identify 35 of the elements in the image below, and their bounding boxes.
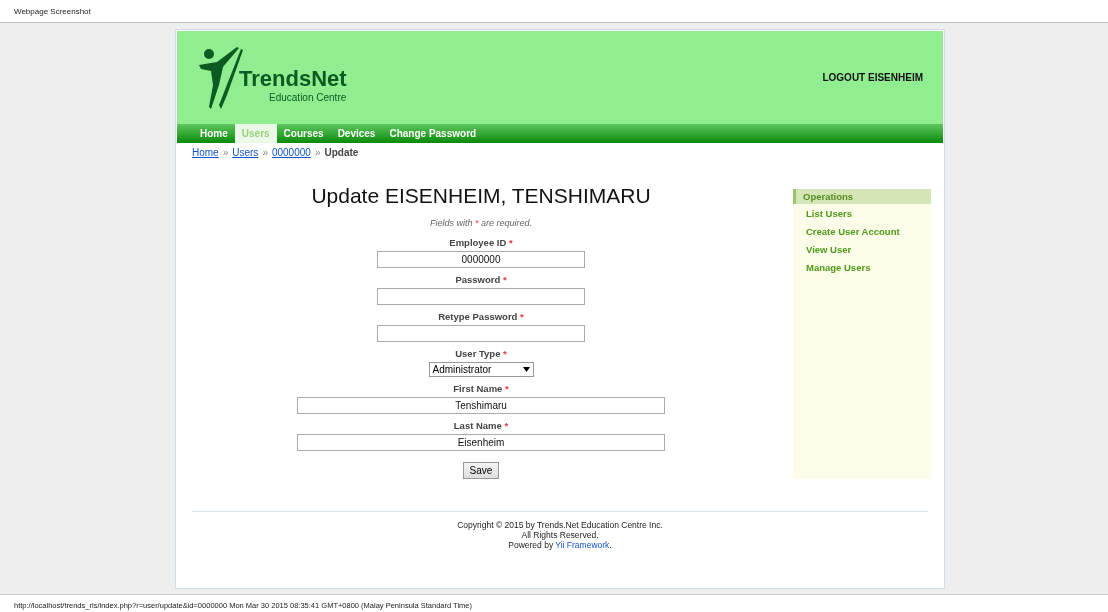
save-button[interactable]: Save (462, 462, 500, 479)
brand-tagline: Education Centre (269, 91, 347, 103)
input-field[interactable] (377, 288, 585, 305)
field-label: Retype Password * (438, 311, 524, 322)
breadcrumb-separator: » (262, 147, 268, 158)
operation-link[interactable]: Manage Users (793, 258, 931, 276)
field-label: First Name * (453, 383, 509, 394)
capture-title: Webpage Screenshot (14, 6, 91, 16)
brand-name: TrendsNet (239, 65, 347, 92)
input-field[interactable]: Eisenheim (297, 434, 665, 451)
logout-link[interactable]: LOGOUT EISENHEIM (822, 72, 923, 83)
operation-link[interactable]: View User (793, 240, 931, 258)
field-label: Last Name * (453, 420, 509, 431)
field-label: User Type * (455, 348, 507, 359)
breadcrumb-link[interactable]: Users (232, 147, 259, 158)
breadcrumb-separator: » (314, 147, 321, 158)
breadcrumb-link[interactable]: 0000000 (271, 147, 311, 158)
user-type-select[interactable]: Administrator (428, 362, 534, 377)
breadcrumb-link[interactable]: Home (192, 147, 219, 158)
operations-title: Operations (793, 189, 931, 204)
input-field[interactable]: 0000000 (377, 251, 585, 268)
operation-link[interactable]: List Users (793, 204, 931, 222)
breadcrumb-separator: » (222, 147, 229, 158)
powered-by-text: Powered by Yii Framework. (508, 540, 612, 550)
rights-text: All Rights Reserved. (521, 530, 599, 540)
breadcrumb-current: Update (324, 147, 359, 158)
input-field[interactable]: Tenshimaru (297, 397, 665, 414)
field-label: Employee ID * (449, 237, 513, 248)
input-field[interactable] (377, 325, 585, 342)
caret-icon (522, 367, 530, 372)
required-hint: Fields with * are required. (429, 218, 533, 228)
field-label: Password * (455, 274, 507, 285)
page-title: Update EISENHEIM, TENSHIMARU (311, 184, 651, 208)
copyright-text: Copyright © 2015 by Trends.Net Education Centre Inc. (457, 520, 663, 530)
operation-link[interactable]: Create User Account (793, 222, 931, 240)
